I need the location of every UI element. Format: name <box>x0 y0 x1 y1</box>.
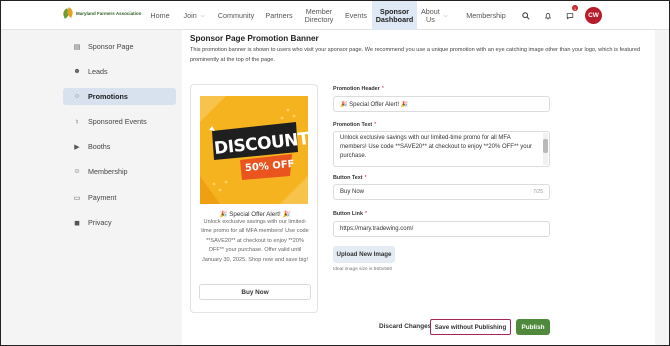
textarea-scrollbar-thumb[interactable] <box>543 139 548 153</box>
preview-body: Unlock exclusive savings with our limite… <box>201 219 309 263</box>
sidebar-item-label: Leads <box>88 67 108 76</box>
lock-icon: ◼ <box>74 219 80 227</box>
brand-name: Maryland Farmers Association <box>76 10 142 16</box>
sidebar-item-promotions[interactable]: ○ Promotions <box>63 88 176 105</box>
sidebar-item-sponsor-page[interactable]: ▤ Sponsor Page <box>63 38 176 55</box>
avatar[interactable]: CW <box>585 7 602 24</box>
button-text-label: Button Text * <box>333 175 367 181</box>
button-link-input[interactable]: https://mary.tradewing.com/ <box>333 221 550 237</box>
page-title: Sponsor Page Promotion Banner <box>190 34 319 43</box>
sidebar-item-privacy[interactable]: ◼ Privacy <box>63 214 176 231</box>
sidebar-item-label: Booths <box>88 142 111 151</box>
promotion-header-label: Promotion Header * <box>333 86 384 92</box>
brand-logo[interactable]: Maryland Farmers Association <box>63 8 141 18</box>
intro-text: This promotion banner is shown to users … <box>190 47 641 63</box>
nav-community[interactable]: Community <box>213 1 259 30</box>
nav-membership-label: Membership <box>466 10 506 20</box>
nav-member-directory-label: Member Directory <box>304 6 334 24</box>
microphone-icon: ♮ <box>75 118 79 126</box>
button-text-input[interactable]: Buy Now 7/25 <box>333 184 550 200</box>
promotion-preview-card: DISCOUNT 50% OFF 🎉 Special Offer Alert! … <box>190 84 318 313</box>
sidebar-item-booths[interactable]: ▶ Booths <box>63 138 176 155</box>
nav-membership[interactable]: Membership <box>462 1 510 30</box>
nav-partners[interactable]: Partners <box>261 1 297 30</box>
sidebar-item-label: Promotions <box>88 92 128 101</box>
nav-member-directory[interactable]: Member Directory <box>299 1 339 30</box>
sidebar-item-label: Membership <box>88 167 128 176</box>
logo-leaf-icon <box>63 8 73 18</box>
button-link-label: Button Link * <box>333 211 367 217</box>
sidebar-item-label: Sponsored Events <box>88 117 147 126</box>
nav-sponsor-dashboard[interactable]: Sponsor Dashboard <box>372 1 417 30</box>
app-window: Maryland Farmers Association Home Join ⌵ … <box>0 0 670 346</box>
nav-join[interactable]: Join ⌵ <box>177 1 211 30</box>
nav-home[interactable]: Home <box>145 1 175 30</box>
nav-about-us[interactable]: About Us ⌵ <box>421 1 455 30</box>
sidebar-item-label: Payment <box>88 193 117 202</box>
top-nav: Maryland Farmers Association Home Join ⌵ … <box>1 1 669 30</box>
button-link-value: https://mary.tradewing.com/ <box>340 226 414 232</box>
nav-sponsor-dashboard-label: Sponsor Dashboard <box>375 6 414 24</box>
chevron-down-icon: ⌵ <box>443 12 448 19</box>
required-mark: * <box>374 122 377 128</box>
search-icon[interactable] <box>517 7 534 24</box>
publish-button[interactable]: Publish <box>516 319 550 335</box>
nav-events[interactable]: Events <box>341 1 371 30</box>
users-icon: ☻ <box>73 68 81 75</box>
button-link-label-text: Button Link <box>333 211 363 217</box>
button-text-label-text: Button Text <box>333 175 363 181</box>
people-icon: ☺ <box>73 168 81 175</box>
preview-buy-now-button[interactable]: Buy Now <box>199 284 311 300</box>
bell-icon[interactable] <box>539 7 556 24</box>
nav-partners-label: Partners <box>265 10 293 20</box>
promotion-image: DISCOUNT 50% OFF <box>200 96 308 204</box>
notification-badge: 1 <box>572 5 578 11</box>
promotion-text-area[interactable]: Unlock exclusive savings with our limite… <box>333 131 550 167</box>
promotion-text-label: Promotion Text * <box>333 122 376 128</box>
textarea-scrollbar[interactable] <box>543 133 548 165</box>
layout-icon: ▤ <box>73 43 81 51</box>
card-icon: ▭ <box>73 194 81 202</box>
button-text-value: Buy Now <box>340 189 365 195</box>
promotion-header-input[interactable]: 🎉 Special Offer Alert! 🎉 <box>333 96 550 112</box>
required-mark: * <box>364 175 367 181</box>
sidebar-item-sponsored-events[interactable]: ♮ Sponsored Events <box>63 113 176 130</box>
promotion-header-label-text: Promotion Header <box>333 86 380 92</box>
sidebar-item-membership[interactable]: ☺ Membership <box>63 163 176 180</box>
chevron-down-icon: ⌵ <box>200 12 205 19</box>
nav-home-label: Home <box>150 10 170 20</box>
nav-about-us-label: About Us <box>421 6 440 24</box>
tag-icon: ○ <box>74 93 80 100</box>
video-icon: ▶ <box>74 143 80 151</box>
nav-community-label: Community <box>217 10 255 20</box>
promotion-text-label-text: Promotion Text <box>333 122 373 128</box>
page-scrollbar[interactable] <box>658 34 663 343</box>
sidebar-item-leads[interactable]: ☻ Leads <box>63 63 176 80</box>
upload-hint: Ideal image size is 560x560 <box>333 267 393 272</box>
promotion-header-value: 🎉 Special Offer Alert! 🎉 <box>340 101 409 108</box>
main-panel: Sponsor Page Promotion Banner This promo… <box>182 30 655 345</box>
sidebar-item-label: Sponsor Page <box>88 42 134 51</box>
preview-title: 🎉 Special Offer Alert! 🎉 <box>219 211 291 218</box>
sidebar-item-label: Privacy <box>88 218 112 227</box>
sidebar: ▤ Sponsor Page ☻ Leads ○ Promotions ♮ Sp… <box>1 30 178 345</box>
nav-events-label: Events <box>345 10 367 20</box>
upload-new-image-button[interactable]: Upload New Image <box>333 246 395 263</box>
sidebar-item-payment[interactable]: ▭ Payment <box>63 189 176 206</box>
promotion-text-value: Unlock exclusive savings with our limite… <box>340 135 532 160</box>
discard-changes-button[interactable]: Discard Changes <box>379 323 431 330</box>
save-without-publishing-button[interactable]: Save without Publishing <box>430 319 511 335</box>
required-mark: * <box>364 211 368 217</box>
character-counter: 7/25 <box>533 189 543 195</box>
nav-join-label: Join <box>183 10 197 20</box>
required-mark: * <box>381 86 384 92</box>
